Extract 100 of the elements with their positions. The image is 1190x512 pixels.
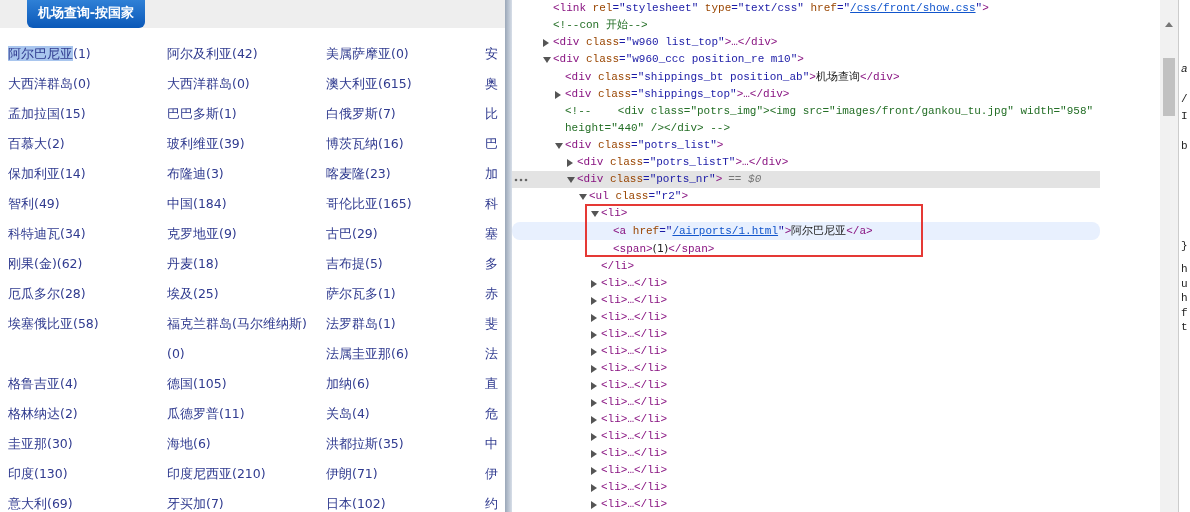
country-link[interactable]: 约 bbox=[485, 496, 498, 511]
country-link[interactable]: 中 bbox=[485, 436, 498, 451]
dom-node-row[interactable]: <li>…</li> bbox=[512, 343, 1100, 360]
dom-node-row[interactable]: <li>…</li> bbox=[512, 462, 1100, 479]
attribute-link[interactable]: /css/front/show.css bbox=[850, 2, 976, 14]
dom-node-row[interactable]: <li>…</li> bbox=[512, 479, 1100, 496]
country-link[interactable]: 直 bbox=[485, 376, 498, 391]
country-link[interactable]: 白俄罗斯 bbox=[326, 106, 378, 121]
dom-node-row[interactable]: <li>…</li> bbox=[512, 275, 1100, 292]
collapse-arrow-icon[interactable] bbox=[591, 210, 599, 217]
dom-node-row[interactable]: <div class="w960 list_top">…</div> bbox=[512, 34, 1100, 51]
country-link[interactable]: 布隆迪 bbox=[167, 166, 206, 181]
country-link[interactable]: 奥 bbox=[485, 76, 498, 91]
country-link[interactable]: 丹麦 bbox=[167, 256, 193, 271]
country-link[interactable]: 美属萨摩亚 bbox=[326, 46, 391, 61]
expand-arrow-icon[interactable] bbox=[591, 347, 597, 356]
country-link[interactable]: 科特迪瓦 bbox=[8, 226, 60, 241]
country-link[interactable]: 智利 bbox=[8, 196, 34, 211]
country-link[interactable]: 塞 bbox=[485, 226, 498, 241]
country-link[interactable]: 古巴 bbox=[326, 226, 352, 241]
expand-arrow-icon[interactable] bbox=[591, 449, 597, 458]
dom-node-row[interactable]: <li>…</li> bbox=[512, 326, 1100, 343]
expand-arrow-icon[interactable] bbox=[591, 466, 597, 475]
dom-node-row[interactable]: <li>…</li> bbox=[512, 445, 1100, 462]
country-link[interactable]: 法属圭亚那 bbox=[326, 346, 391, 361]
dom-node-row[interactable]: <li>…</li> bbox=[512, 411, 1100, 428]
country-link[interactable]: 德国 bbox=[167, 376, 193, 391]
dom-node-row[interactable]: <div class="shippings_bt position_ab">机场查询</div> bbox=[512, 68, 1100, 86]
country-link[interactable]: 福克兰群岛(马尔维纳斯) bbox=[167, 316, 307, 331]
expand-arrow-icon[interactable] bbox=[555, 90, 561, 99]
collapse-arrow-icon[interactable] bbox=[543, 56, 551, 63]
country-link[interactable]: 格林纳达 bbox=[8, 406, 60, 421]
country-link[interactable]: 关岛 bbox=[326, 406, 352, 421]
country-link[interactable]: 博茨瓦纳 bbox=[326, 136, 378, 151]
country-link[interactable]: 埃塞俄比亚 bbox=[8, 316, 73, 331]
country-link[interactable]: 巴巴多斯 bbox=[167, 106, 219, 121]
expand-arrow-icon[interactable] bbox=[591, 415, 597, 424]
country-link[interactable]: 科 bbox=[485, 196, 498, 211]
dom-node-row[interactable]: <div class="potrs_listT">…</div> bbox=[512, 154, 1100, 171]
country-link[interactable]: 牙买加 bbox=[167, 496, 206, 511]
country-link[interactable]: 洪都拉斯 bbox=[326, 436, 378, 451]
expand-arrow-icon[interactable] bbox=[591, 330, 597, 339]
dom-node-row[interactable]: <li>…</li> bbox=[512, 394, 1100, 411]
dom-node-row[interactable]: <!-- <div class="potrs_img"><img src="images/front/gankou_tu.jpg" width="958" height="440" /></div> --> bbox=[512, 103, 1100, 137]
country-link[interactable]: 哥伦比亚 bbox=[326, 196, 378, 211]
country-link[interactable]: 伊朗 bbox=[326, 466, 352, 481]
country-link[interactable]: 比 bbox=[485, 106, 498, 121]
country-link[interactable]: 印度尼西亚 bbox=[167, 466, 232, 481]
country-link[interactable]: 意大利 bbox=[8, 496, 47, 511]
country-link[interactable]: 赤 bbox=[485, 286, 498, 301]
dom-node-row[interactable]: <a href="/airports/1.html">阿尔巴尼亚</a> bbox=[512, 222, 1100, 240]
country-link[interactable]: 巴 bbox=[485, 136, 498, 151]
dom-node-row[interactable]: <link rel="stylesheet" type="text/css" href="/css/front/show.css"> bbox=[512, 0, 1100, 17]
country-link[interactable]: 法罗群岛 bbox=[326, 316, 378, 331]
dom-node-row[interactable]: <div class="w960_ccc position_re m10"> bbox=[512, 51, 1100, 68]
expand-arrow-icon[interactable] bbox=[591, 364, 597, 373]
dom-node-row[interactable]: </li> bbox=[512, 258, 1100, 275]
country-link[interactable]: 孟加拉国 bbox=[8, 106, 60, 121]
country-link[interactable]: 克罗地亚 bbox=[167, 226, 219, 241]
country-link[interactable]: 多 bbox=[485, 256, 498, 271]
scrollbar[interactable] bbox=[1160, 0, 1178, 512]
country-link[interactable]: 伊 bbox=[485, 466, 498, 481]
collapse-arrow-icon[interactable] bbox=[579, 193, 587, 200]
country-link[interactable]: 加 bbox=[485, 166, 498, 181]
dom-node-row[interactable]: <ul class="r2"> bbox=[512, 188, 1100, 205]
dom-node-row[interactable]: <li>…</li> bbox=[512, 377, 1100, 394]
collapse-arrow-icon[interactable] bbox=[567, 176, 575, 183]
country-link[interactable]: 大西洋群岛 bbox=[8, 76, 73, 91]
country-link[interactable]: 安 bbox=[485, 46, 498, 61]
scroll-up-icon[interactable] bbox=[1165, 22, 1173, 27]
country-link[interactable]: 刚果(金) bbox=[8, 256, 57, 271]
country-link[interactable]: 吉布提 bbox=[326, 256, 365, 271]
expand-arrow-icon[interactable] bbox=[591, 313, 597, 322]
country-link[interactable]: 澳大利亚 bbox=[326, 76, 378, 91]
expand-arrow-icon[interactable] bbox=[591, 296, 597, 305]
expand-arrow-icon[interactable] bbox=[543, 38, 549, 47]
dom-node-row[interactable]: <div class="shippings_top">…</div> bbox=[512, 86, 1100, 103]
country-link[interactable]: 玻利维亚 bbox=[167, 136, 219, 151]
expand-arrow-icon[interactable] bbox=[591, 432, 597, 441]
country-link[interactable]: 大西洋群岛 bbox=[167, 76, 232, 91]
dom-node-row[interactable]: <!--con 开始--> bbox=[512, 17, 1100, 34]
country-link[interactable]: 埃及 bbox=[167, 286, 193, 301]
dom-node-row[interactable]: <div class="ports_nr"> == $0 bbox=[512, 171, 1100, 188]
country-link[interactable]: 萨尔瓦多 bbox=[326, 286, 378, 301]
country-link[interactable]: 保加利亚 bbox=[8, 166, 60, 181]
country-link[interactable]: 斐 bbox=[485, 316, 498, 331]
country-link[interactable]: 日本 bbox=[326, 496, 352, 511]
expand-arrow-icon[interactable] bbox=[591, 483, 597, 492]
expand-arrow-icon[interactable] bbox=[567, 158, 573, 167]
country-link[interactable]: 百慕大 bbox=[8, 136, 47, 151]
country-link[interactable]: 加纳 bbox=[326, 376, 352, 391]
dom-node-row[interactable]: <li>…</li> bbox=[512, 496, 1100, 512]
country-link[interactable]: 阿尔及利亚 bbox=[167, 46, 232, 61]
expand-arrow-icon[interactable] bbox=[591, 398, 597, 407]
dom-node-row[interactable]: <div class="potrs_list"> bbox=[512, 137, 1100, 154]
collapse-arrow-icon[interactable] bbox=[555, 142, 563, 149]
expand-arrow-icon[interactable] bbox=[591, 381, 597, 390]
country-link[interactable]: 法 bbox=[485, 346, 498, 361]
country-link[interactable]: 喀麦隆 bbox=[326, 166, 365, 181]
country-link[interactable]: 危 bbox=[485, 406, 498, 421]
